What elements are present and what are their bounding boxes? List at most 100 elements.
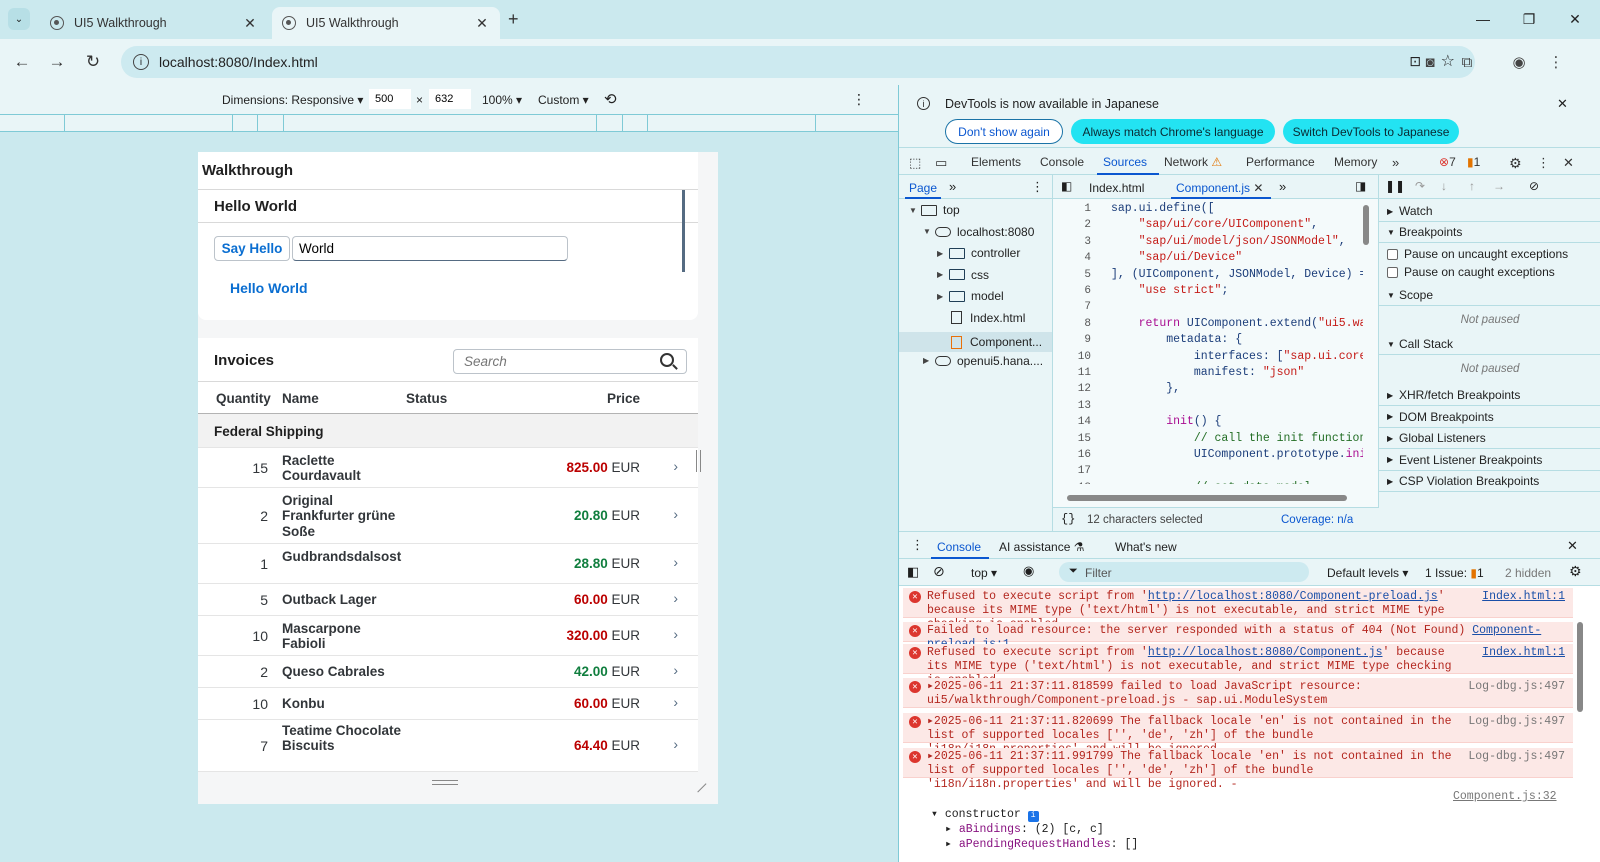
component-source-link[interactable]: Component.js:32 [1453, 790, 1557, 803]
profile-icon[interactable]: ◉ [1507, 50, 1531, 74]
close-icon[interactable]: ✕ [474, 15, 490, 32]
error-counter[interactable]: ⊗7 [1439, 155, 1456, 169]
deactivate-breakpoints-icon[interactable]: ⊘ [1529, 179, 1539, 193]
editor-tab-index-html[interactable]: Index.html [1089, 181, 1144, 195]
pause-icon[interactable]: ❚❚ [1385, 179, 1405, 193]
tree-item[interactable]: ▶ controller [937, 246, 1020, 260]
line-number[interactable]: 5 [1053, 267, 1091, 283]
line-number[interactable]: 18 [1053, 480, 1091, 484]
step-icon[interactable]: → [1493, 179, 1505, 193]
bookmark-star-icon[interactable]: ☆ [1441, 51, 1455, 71]
search-input[interactable] [453, 349, 687, 374]
say-hello-button[interactable]: Say Hello [214, 236, 290, 261]
line-number[interactable]: 1 [1053, 201, 1091, 217]
line-number[interactable]: 14 [1053, 414, 1091, 430]
height-input[interactable] [429, 89, 471, 109]
site-info-icon[interactable]: i [133, 54, 149, 70]
menu-kebab-icon[interactable]: ⋮ [1544, 50, 1568, 74]
breakpoint-section[interactable]: ▶ DOM Breakpoints [1379, 407, 1600, 428]
message-source[interactable]: Log-dbg.js:497 [1468, 680, 1565, 694]
tab-memory[interactable]: Memory [1334, 155, 1377, 169]
tree-item[interactable]: Component... [899, 332, 1052, 352]
message-link[interactable]: http://localhost:8080/Component-preload.… [1148, 590, 1438, 603]
reload-icon[interactable]: ↻ [79, 48, 107, 76]
tree-item[interactable]: ▼ localhost:8080 [923, 225, 1034, 239]
sidebar-toggle-icon[interactable]: ◧ [907, 564, 919, 580]
more-tabs-icon[interactable]: » [1392, 155, 1399, 170]
resize-handle-bottom[interactable] [432, 780, 458, 785]
pause-caught-checkbox[interactable]: Pause on caught exceptions [1387, 265, 1555, 279]
step-out-icon[interactable]: ↑ [1469, 179, 1475, 193]
drawer-menu-icon[interactable]: ⋮ [911, 537, 924, 553]
line-number[interactable]: 3 [1053, 234, 1091, 250]
back-icon[interactable]: ← [8, 48, 36, 76]
line-number[interactable]: 15 [1053, 431, 1091, 447]
pretty-print-icon[interactable]: {} [1061, 512, 1075, 526]
more-navigators-icon[interactable]: » [949, 179, 956, 194]
message-source[interactable]: Index.html:1 [1482, 646, 1565, 660]
line-number[interactable]: 7 [1053, 299, 1091, 315]
live-expression-eye-icon[interactable]: ◉ [1023, 563, 1034, 579]
warning-counter[interactable]: ▮1 [1467, 155, 1480, 169]
dont-show-again-button[interactable]: Don't show again [945, 119, 1063, 144]
clear-console-icon[interactable]: ⊘ [933, 563, 945, 580]
line-number[interactable]: 17 [1053, 463, 1091, 479]
object-tree-root[interactable]: ▾ constructor i [931, 806, 1039, 822]
tree-item[interactable]: ▶ css [937, 268, 989, 282]
line-number[interactable]: 6 [1053, 283, 1091, 299]
drawer-tab-whats-new[interactable]: What's new [1115, 540, 1177, 554]
tab-sources[interactable]: Sources [1103, 155, 1147, 169]
step-over-icon[interactable]: ↷ [1415, 179, 1425, 193]
console-error[interactable]: ✕ Refused to execute script from 'http://… [903, 644, 1573, 687]
device-mode-icon[interactable]: ▭ [935, 155, 947, 171]
dimensions-dropdown[interactable]: Dimensions: Responsive ▾ [222, 93, 363, 107]
message-source[interactable]: Log-dbg.js:497 [1468, 750, 1565, 764]
editor-tab-component-js[interactable]: Component.js ✕ [1176, 181, 1263, 195]
close-icon[interactable]: ✕ [1253, 181, 1263, 195]
camera-icon[interactable]: ◙ [1418, 50, 1442, 74]
object-property[interactable]: ▸ aBindings: (2) [c, c] [945, 821, 1104, 836]
close-icon[interactable]: ✕ [242, 15, 258, 32]
resize-handle-right[interactable] [696, 450, 701, 472]
resize-handle-corner[interactable] [689, 775, 707, 793]
device-more-icon[interactable]: ⋮ [852, 91, 866, 108]
code-vscrollbar[interactable] [1363, 205, 1369, 245]
address-bar[interactable]: i localhost:8080/Index.html ⊡ ☆ [121, 46, 1475, 78]
line-number[interactable]: 11 [1053, 365, 1091, 381]
tree-item[interactable]: ▶ model [937, 289, 1004, 303]
minimize-icon[interactable]: — [1460, 0, 1506, 38]
always-match-language-button[interactable]: Always match Chrome's language [1071, 119, 1275, 144]
object-property[interactable]: ▸ aPendingRequestHandles: [] [945, 836, 1138, 851]
infobar-close-icon[interactable]: ✕ [1557, 96, 1568, 112]
extensions-icon[interactable]: ⧉ [1455, 50, 1479, 74]
breakpoint-section[interactable]: ▶ XHR/fetch Breakpoints [1379, 385, 1600, 406]
inspect-icon[interactable]: ⬚ [909, 155, 921, 171]
drawer-close-icon[interactable]: ✕ [1567, 538, 1578, 554]
zoom-dropdown[interactable]: 100% ▾ [482, 93, 522, 107]
table-row[interactable]: 15 Raclette Courdavault 825.00 EUR › [198, 448, 698, 488]
rotate-icon[interactable]: ⟲ [604, 90, 617, 108]
more-editor-tabs-icon[interactable]: » [1279, 179, 1286, 194]
drawer-tab-console[interactable]: Console [937, 540, 981, 554]
name-input[interactable] [292, 236, 568, 261]
issues-counter[interactable]: 1 Issue: ▮1 [1425, 566, 1484, 580]
filter-input[interactable]: ⏷ Filter [1059, 562, 1309, 582]
settings-gear-icon[interactable]: ⚙ [1509, 155, 1522, 172]
code-lines[interactable]: 1 sap.ui.define([2 "sap/ui/core/UICompone… [1053, 199, 1363, 484]
breakpoint-section[interactable]: ▶ Event Listener Breakpoints [1379, 450, 1600, 471]
tab-search-icon[interactable]: ⌄ [8, 8, 30, 30]
tree-item[interactable]: Index.html [937, 311, 1025, 325]
message-source[interactable]: Index.html:1 [1482, 590, 1565, 604]
table-row[interactable]: 5 Outback Lager 60.00 EUR › [198, 584, 698, 616]
table-row[interactable]: 2 Original Frankfurter grüne Soße 20.80 EU… [198, 488, 698, 544]
line-number[interactable]: 16 [1053, 447, 1091, 463]
tab-network[interactable]: Network ⚠ [1164, 155, 1222, 169]
line-number[interactable]: 4 [1053, 250, 1091, 266]
step-into-icon[interactable]: ↓ [1441, 179, 1447, 193]
width-input[interactable] [369, 89, 411, 109]
console-error[interactable]: ✕ ▸2025-06-11 21:37:11.818599 failed to l… [903, 678, 1573, 708]
window-close-icon[interactable]: ✕ [1552, 0, 1598, 38]
console-settings-icon[interactable]: ⚙ [1569, 563, 1582, 580]
call-stack-section[interactable]: ▼ Call Stack [1379, 334, 1600, 355]
new-tab-icon[interactable]: + [508, 9, 519, 30]
